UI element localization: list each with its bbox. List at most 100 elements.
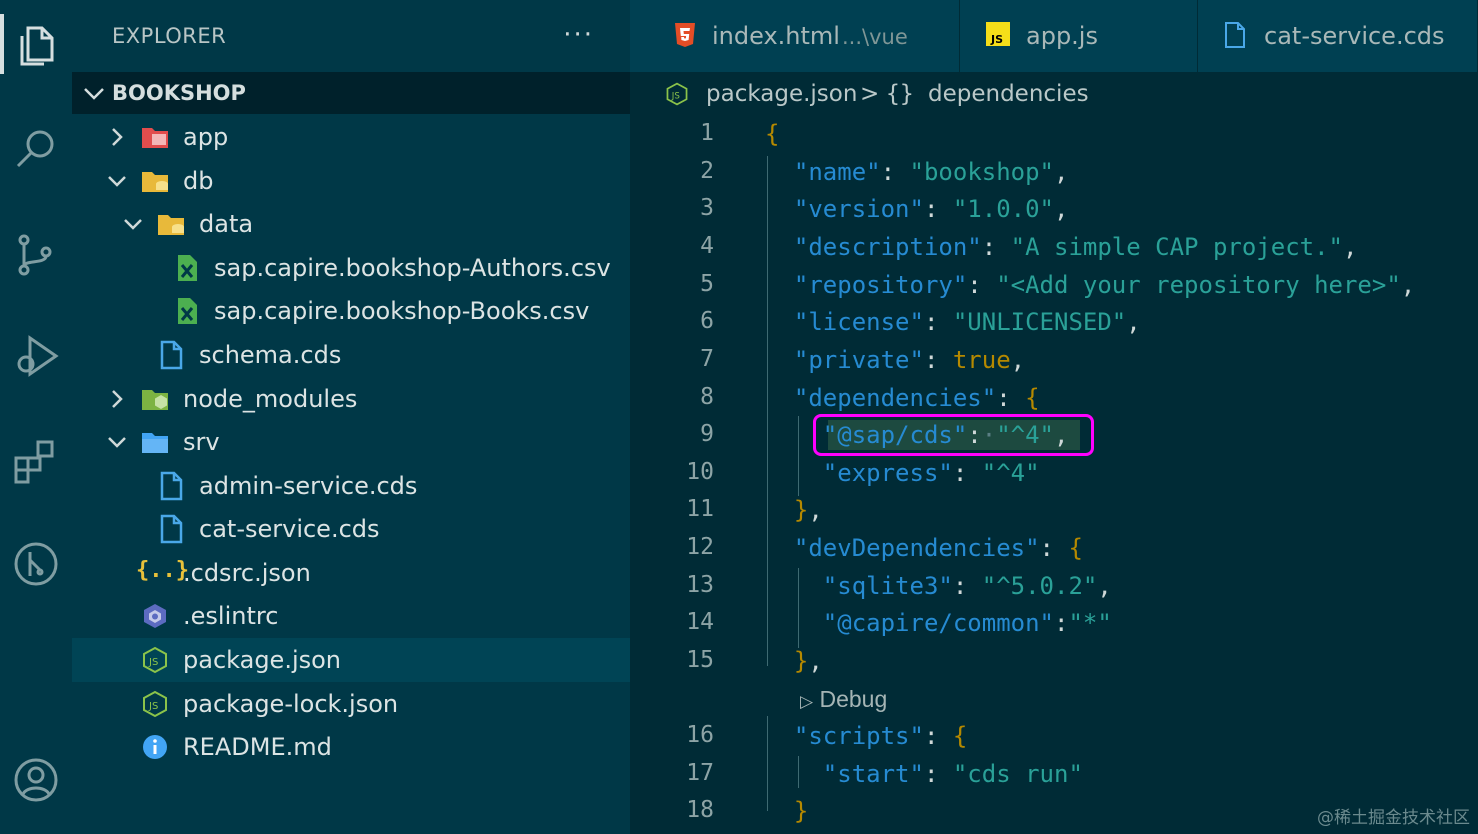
- braces-icon: {}: [886, 81, 914, 107]
- tree-item-db[interactable]: db: [72, 159, 630, 203]
- file-icon: [1225, 22, 1245, 48]
- tree-item-label: sap.capire.bookshop-Authors.csv: [214, 254, 611, 282]
- editor-tabs: index.html ...\vue JS app.js cat-service…: [630, 0, 1478, 72]
- line-number: 18: [686, 797, 714, 823]
- play-icon: ▷: [800, 692, 814, 711]
- line-number: 5: [700, 271, 714, 297]
- tree-item-label: sap.capire.bookshop-Books.csv: [214, 297, 590, 325]
- chevron-right-icon: [112, 390, 123, 408]
- line-number: 7: [700, 346, 714, 372]
- tab-label: app.js: [1026, 22, 1098, 50]
- watermark: @稀土掘金技术社区: [1317, 808, 1470, 828]
- tab-label: cat-service.cds: [1264, 22, 1445, 50]
- tree-item-readme[interactable]: README.md: [72, 725, 630, 769]
- code-line: "express": "^4": [822, 459, 1040, 487]
- code-line: "devDependencies": {: [793, 534, 1083, 562]
- json-braces-icon: {..}: [136, 558, 189, 583]
- line-number: 9: [700, 421, 714, 447]
- code-line: "dependencies": {: [793, 384, 1040, 412]
- csv-file-icon: [178, 255, 197, 281]
- file-icon: [160, 340, 183, 370]
- tree-item-authors-csv[interactable]: sap.capire.bookshop-Authors.csv: [72, 246, 630, 290]
- tree-item-label: .eslintrc: [183, 602, 279, 630]
- svg-text:JS: JS: [148, 701, 158, 712]
- line-number: 3: [700, 195, 714, 221]
- more-actions-icon[interactable]: ···: [563, 20, 594, 50]
- chevron-down-icon: [84, 88, 104, 100]
- activity-bar: [0, 0, 72, 834]
- tab-app-js[interactable]: JS app.js: [960, 0, 1198, 72]
- breadcrumb-file[interactable]: package.json: [706, 81, 857, 107]
- line-number: 16: [686, 722, 714, 748]
- extensions-icon[interactable]: [0, 424, 72, 496]
- line-number: 8: [700, 384, 714, 410]
- codelens-label: Debug: [819, 686, 888, 712]
- line-number: 17: [686, 760, 714, 786]
- file-icon: [160, 514, 183, 544]
- csv-file-icon: [178, 298, 197, 324]
- tree-item-label: db: [183, 167, 214, 195]
- javascript-icon: JS: [986, 22, 1010, 46]
- search-icon[interactable]: [0, 112, 72, 184]
- tab-cat-service[interactable]: cat-service.cds: [1198, 0, 1478, 72]
- tree-item-label: package-lock.json: [183, 690, 399, 718]
- line-number: 12: [686, 534, 714, 560]
- tree-item-data[interactable]: data: [72, 202, 630, 246]
- line-number: 6: [700, 308, 714, 334]
- project-folder-header[interactable]: BOOKSHOP: [72, 72, 630, 114]
- breadcrumb: JS package.json > {} dependencies: [630, 72, 1478, 116]
- tree-item-app[interactable]: app: [72, 115, 630, 159]
- source-control-icon[interactable]: [0, 218, 72, 290]
- tree-item-eslintrc[interactable]: .eslintrc: [72, 594, 630, 638]
- eslint-icon: [144, 604, 166, 628]
- line-number: 2: [700, 158, 714, 184]
- nodejs-icon: JS: [143, 690, 167, 718]
- folder-srv-icon: [142, 433, 168, 453]
- explorer-sidebar: EXPLORER ··· BOOKSHOP app db data sap.ca…: [72, 0, 630, 834]
- code-line: },: [793, 496, 823, 524]
- chevron-down-icon: [124, 219, 142, 230]
- git-graph-icon[interactable]: [0, 528, 72, 600]
- code-line: "repository": "<Add your repository here…: [793, 271, 1416, 299]
- tree-item-package-json[interactable]: JS package.json: [72, 638, 630, 682]
- svg-text:JS: JS: [148, 657, 158, 668]
- code-line: "sqlite3": "^5.0.2",: [822, 572, 1112, 600]
- breadcrumb-node[interactable]: dependencies: [928, 81, 1089, 107]
- tree-item-label: admin-service.cds: [199, 472, 418, 500]
- debug-codelens[interactable]: ▷ Debug: [800, 686, 887, 713]
- code-line: "name": "bookshop",: [793, 158, 1069, 186]
- line-number: 14: [686, 609, 714, 635]
- account-icon[interactable]: [0, 744, 72, 816]
- tree-item-label: node_modules: [183, 385, 358, 413]
- tree-item-cdsrc[interactable]: {..} .cdsrc.json: [72, 551, 630, 595]
- tab-index-html[interactable]: index.html ...\vue: [630, 0, 960, 72]
- tree-item-label: cat-service.cds: [199, 515, 380, 543]
- code-line: }: [793, 797, 809, 825]
- folder-data-icon: [158, 215, 184, 235]
- project-name: BOOKSHOP: [112, 81, 246, 105]
- tree-item-label: data: [199, 210, 254, 238]
- folder-node-icon: [142, 390, 168, 410]
- folder-app-icon: [142, 128, 168, 148]
- tree-item-schema-cds[interactable]: schema.cds: [72, 333, 630, 377]
- tree-item-label: README.md: [183, 733, 332, 761]
- explorer-icon[interactable]: [0, 8, 72, 80]
- folder-db-icon: [142, 172, 168, 192]
- chevron-down-icon: [108, 437, 126, 448]
- code-line: "start": "cds run": [822, 760, 1083, 788]
- tree-item-package-lock[interactable]: JS package-lock.json: [72, 682, 630, 726]
- tree-item-srv[interactable]: srv: [72, 420, 630, 464]
- code-line-highlighted: "@sap/cds":·"^4",: [822, 421, 1069, 449]
- tree-item-admin-service[interactable]: admin-service.cds: [72, 464, 630, 508]
- tree-item-label: app: [183, 123, 229, 151]
- tree-item-cat-service[interactable]: cat-service.cds: [72, 507, 630, 551]
- code-editor[interactable]: 1 2 3 4 5 6 7 8 9 10 11 12 13 14 15 16 1…: [630, 116, 1478, 834]
- tab-detail: ...\vue: [842, 25, 908, 49]
- nodejs-icon: JS: [666, 82, 688, 106]
- chevron-right-icon: [112, 128, 123, 146]
- run-debug-icon[interactable]: [0, 318, 72, 390]
- tree-item-node-modules[interactable]: node_modules: [72, 377, 630, 421]
- code-line: },: [793, 647, 823, 675]
- svg-text:JS: JS: [671, 91, 681, 101]
- tree-item-books-csv[interactable]: sap.capire.bookshop-Books.csv: [72, 289, 630, 333]
